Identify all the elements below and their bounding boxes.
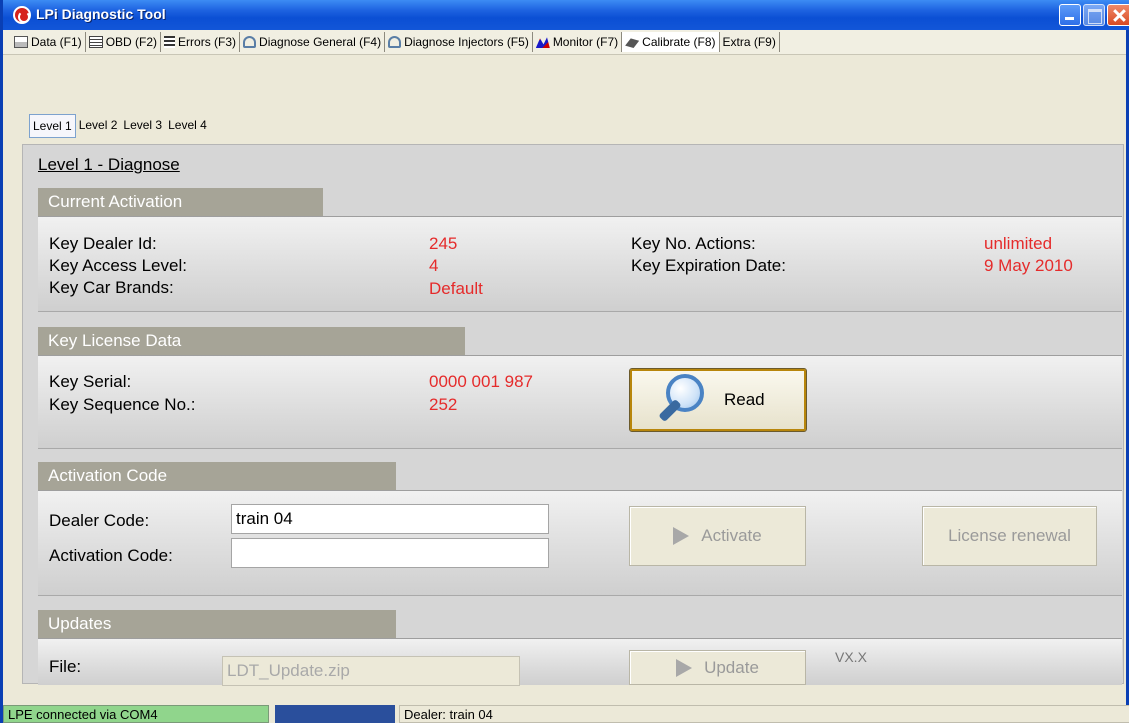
tab-level-3[interactable]: Level 3 [120, 114, 165, 138]
key-sequence-label: Key Sequence No.: [49, 395, 196, 414]
tab-monitor-label: Monitor (F7) [552, 35, 619, 49]
level-tab-bar: Level 1 Level 2 Level 3 Level 4 [29, 114, 210, 138]
file-label: File: [49, 657, 82, 676]
tab-errors[interactable]: Errors (F3) [161, 32, 241, 52]
tab-obd[interactable]: OBD (F2) [86, 32, 162, 52]
key-car-brands-label: Key Car Brands: [49, 278, 174, 297]
play-icon [673, 527, 690, 545]
activation-code-label: Activation Code: [49, 546, 173, 565]
tab-diagnose-injectors-label: Diagnose Injectors (F5) [404, 35, 529, 49]
key-dealer-id-value: 245 [429, 234, 458, 253]
minimize-button[interactable] [1059, 4, 1081, 26]
tab-monitor[interactable]: Monitor (F7) [533, 32, 623, 52]
tab-errors-label: Errors (F3) [178, 35, 237, 49]
key-license-header: Key License Data [38, 327, 465, 355]
update-button-label: Update [704, 657, 759, 677]
window-title: LPi Diagnostic Tool [36, 6, 166, 22]
tab-extra-label: Extra (F9) [722, 35, 776, 49]
main-tab-bar: Data (F1) OBD (F2) Errors (F3) Diagnose … [3, 30, 1126, 55]
key-access-level-value: 4 [429, 256, 439, 275]
current-activation-header: Current Activation [38, 188, 323, 216]
app-logo-icon [13, 6, 31, 24]
tab-calibrate-label: Calibrate (F8) [642, 35, 716, 49]
tab-extra[interactable]: Extra (F9) [720, 32, 780, 52]
activate-button-label: Activate [701, 526, 762, 545]
dealer-code-label: Dealer Code: [49, 511, 150, 530]
tab-diagnose-injectors[interactable]: Diagnose Injectors (F5) [385, 32, 533, 52]
license-renewal-button[interactable]: License renewal [922, 506, 1097, 566]
key-serial-label: Key Serial: [49, 372, 132, 391]
magnifier-icon [652, 372, 716, 428]
key-car-brands-value: Default [429, 279, 483, 298]
version-label: VX.X [835, 649, 867, 665]
obd-icon [88, 36, 103, 48]
activate-button[interactable]: Activate [629, 506, 806, 566]
key-expiration-date-value: 9 May 2010 [984, 256, 1073, 275]
data-icon [14, 36, 28, 48]
monitor-chart-icon [535, 37, 550, 48]
tab-data-label: Data (F1) [31, 35, 82, 49]
dealer-code-input[interactable] [231, 504, 549, 534]
key-serial-value: 0000 001 987 [429, 372, 533, 391]
key-dealer-id-label: Key Dealer Id: [49, 234, 157, 253]
tab-level-1[interactable]: Level 1 [29, 114, 76, 138]
key-no-actions-label: Key No. Actions: [631, 234, 756, 253]
license-renewal-button-label: License renewal [948, 526, 1071, 545]
tab-diagnose-general-label: Diagnose General (F4) [259, 35, 382, 49]
tab-obd-label: OBD (F2) [105, 35, 158, 49]
play-icon [676, 658, 693, 677]
key-sequence-value: 252 [429, 395, 458, 414]
maximize-button[interactable] [1083, 4, 1105, 26]
read-button-label: Read [724, 390, 765, 409]
close-button[interactable] [1107, 4, 1129, 26]
activation-code-header: Activation Code [38, 462, 396, 490]
connection-status: LPE connected via COM4 [3, 705, 269, 723]
read-button[interactable]: Read [629, 368, 807, 432]
stethoscope-icon [388, 36, 402, 48]
update-button[interactable]: Update [629, 650, 806, 685]
update-file-input[interactable] [222, 656, 520, 686]
key-license-section: Key Serial: 0000 001 987 Key Sequence No… [38, 355, 1122, 449]
calibrate-icon [625, 38, 640, 48]
key-no-actions-value: unlimited [984, 234, 1053, 253]
tab-calibrate[interactable]: Calibrate (F8) [622, 32, 720, 52]
progress-indicator [275, 705, 395, 723]
status-bar: LPE connected via COM4 Dealer: train 04 [3, 705, 1129, 723]
tab-level-4[interactable]: Level 4 [165, 114, 210, 138]
errors-icon [164, 36, 176, 48]
updates-header: Updates [38, 610, 396, 638]
key-expiration-date-label: Key Expiration Date: [631, 256, 786, 275]
app-window: LPi Diagnostic Tool Data (F1) OBD (F2) E… [0, 0, 1129, 723]
key-access-level-label: Key Access Level: [49, 256, 187, 275]
level-1-panel: Level 1 - Diagnose Current Activation Ke… [22, 144, 1124, 686]
current-activation-section: Key Dealer Id: 245 Key Access Level: 4 K… [38, 216, 1122, 312]
title-bar[interactable]: LPi Diagnostic Tool [3, 0, 1129, 30]
stethoscope-icon [243, 36, 257, 48]
activation-code-input[interactable] [231, 538, 549, 568]
tab-diagnose-general[interactable]: Diagnose General (F4) [240, 32, 386, 52]
page-title: Level 1 - Diagnose [38, 155, 180, 174]
updates-section: File: VX.X [38, 638, 1122, 685]
dealer-status: Dealer: train 04 [399, 705, 1129, 723]
tab-level-2[interactable]: Level 2 [76, 114, 121, 138]
tab-data[interactable]: Data (F1) [11, 32, 86, 52]
